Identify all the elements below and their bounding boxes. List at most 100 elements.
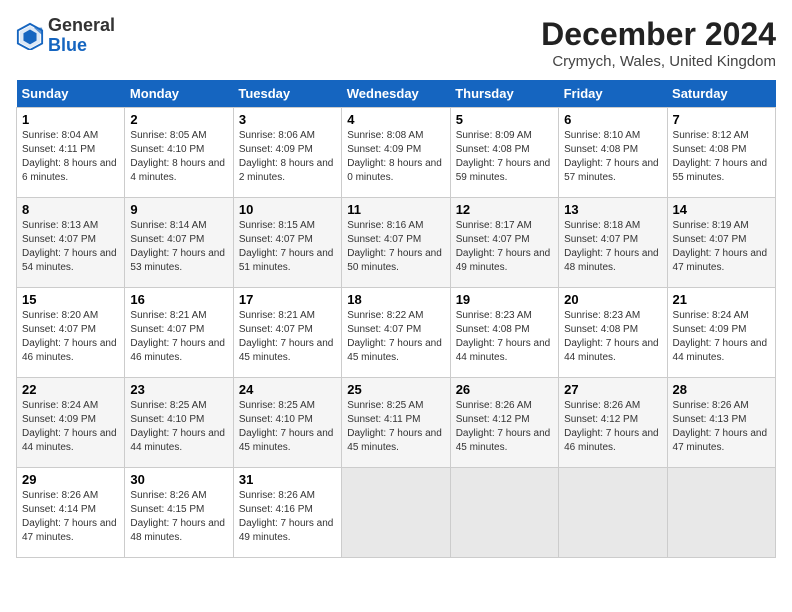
day-info: Sunrise: 8:14 AMSunset: 4:07 PMDaylight:… <box>130 219 227 275</box>
day-number: 16 <box>130 292 227 307</box>
day-info: Sunrise: 8:22 AMSunset: 4:07 PMDaylight:… <box>347 309 444 365</box>
calendar-body: 1Sunrise: 8:04 AMSunset: 4:11 PMDaylight… <box>17 108 776 558</box>
day-info: Sunrise: 8:13 AMSunset: 4:07 PMDaylight:… <box>22 219 119 275</box>
calendar-cell: 13Sunrise: 8:18 AMSunset: 4:07 PMDayligh… <box>559 198 667 288</box>
day-number: 13 <box>564 202 661 217</box>
calendar-cell: 5 Sunrise: 8:09 AMSunset: 4:08 PMDaylight… <box>450 108 558 198</box>
calendar-cell: 17 Sunrise: 8:21 AMSunset: 4:07 PMDayligh… <box>233 288 341 378</box>
calendar-cell <box>450 468 558 558</box>
calendar-week-4: 22 Sunrise: 8:24 AMSunset: 4:09 PMDayligh… <box>17 378 776 468</box>
title-section: December 2024 Crymych, Wales, United Kin… <box>541 16 776 70</box>
location: Crymych, Wales, United Kingdom <box>541 53 776 70</box>
calendar-week-5: 29 Sunrise: 8:26 AMSunset: 4:14 PMDayligh… <box>17 468 776 558</box>
day-info: Sunrise: 8:26 AMSunset: 4:15 PMDaylight:… <box>130 489 227 545</box>
calendar-cell: 26 Sunrise: 8:26 AMSunset: 4:12 PMDayligh… <box>450 378 558 468</box>
weekday-header-monday: Monday <box>125 80 233 108</box>
day-number: 26 <box>456 382 553 397</box>
day-number: 8 <box>22 202 119 217</box>
day-number: 22 <box>22 382 119 397</box>
calendar-cell: 22 Sunrise: 8:24 AMSunset: 4:09 PMDayligh… <box>17 378 125 468</box>
calendar-week-2: 8 Sunrise: 8:13 AMSunset: 4:07 PMDaylight… <box>17 198 776 288</box>
day-number: 30 <box>130 472 227 487</box>
day-info: Sunrise: 8:19 AMSunset: 4:07 PMDaylight:… <box>673 219 770 275</box>
day-number: 23 <box>130 382 227 397</box>
day-number: 7 <box>673 112 770 127</box>
day-info: Sunrise: 8:16 AMSunset: 4:07 PMDaylight:… <box>347 219 444 275</box>
day-number: 31 <box>239 472 336 487</box>
day-info: Sunrise: 8:24 AMSunset: 4:09 PMDaylight:… <box>22 399 119 455</box>
day-number: 12 <box>456 202 553 217</box>
calendar-week-3: 15Sunrise: 8:20 AMSunset: 4:07 PMDayligh… <box>17 288 776 378</box>
logo-general: General <box>48 15 115 35</box>
day-info: Sunrise: 8:26 AMSunset: 4:14 PMDaylight:… <box>22 489 119 545</box>
day-number: 20 <box>564 292 661 307</box>
day-info: Sunrise: 8:08 AMSunset: 4:09 PMDaylight:… <box>347 129 444 185</box>
logo: General Blue <box>16 16 115 56</box>
day-number: 6 <box>564 112 661 127</box>
calendar-cell: 3Sunrise: 8:06 AMSunset: 4:09 PMDaylight… <box>233 108 341 198</box>
day-number: 1 <box>22 112 119 127</box>
calendar-cell <box>342 468 450 558</box>
weekday-header-friday: Friday <box>559 80 667 108</box>
calendar-cell: 6Sunrise: 8:10 AMSunset: 4:08 PMDaylight… <box>559 108 667 198</box>
calendar-cell: 20 Sunrise: 8:23 AMSunset: 4:08 PMDayligh… <box>559 288 667 378</box>
day-number: 11 <box>347 202 444 217</box>
weekday-header-wednesday: Wednesday <box>342 80 450 108</box>
calendar-cell: 11 Sunrise: 8:16 AMSunset: 4:07 PMDayligh… <box>342 198 450 288</box>
day-number: 2 <box>130 112 227 127</box>
day-number: 14 <box>673 202 770 217</box>
day-info: Sunrise: 8:23 AMSunset: 4:08 PMDaylight:… <box>564 309 661 365</box>
day-number: 9 <box>130 202 227 217</box>
day-info: Sunrise: 8:20 AMSunset: 4:07 PMDaylight:… <box>22 309 119 365</box>
day-info: Sunrise: 8:12 AMSunset: 4:08 PMDaylight:… <box>673 129 770 185</box>
day-info: Sunrise: 8:21 AMSunset: 4:07 PMDaylight:… <box>130 309 227 365</box>
calendar-cell: 12 Sunrise: 8:17 AMSunset: 4:07 PMDayligh… <box>450 198 558 288</box>
day-info: Sunrise: 8:17 AMSunset: 4:07 PMDaylight:… <box>456 219 553 275</box>
day-info: Sunrise: 8:24 AMSunset: 4:09 PMDaylight:… <box>673 309 770 365</box>
weekday-header-tuesday: Tuesday <box>233 80 341 108</box>
day-number: 19 <box>456 292 553 307</box>
logo-icon <box>16 22 44 50</box>
calendar-cell: 18 Sunrise: 8:22 AMSunset: 4:07 PMDayligh… <box>342 288 450 378</box>
calendar-cell: 8 Sunrise: 8:13 AMSunset: 4:07 PMDaylight… <box>17 198 125 288</box>
page-header: General Blue December 2024 Crymych, Wale… <box>16 16 776 70</box>
day-info: Sunrise: 8:25 AMSunset: 4:10 PMDaylight:… <box>130 399 227 455</box>
day-number: 17 <box>239 292 336 307</box>
logo-text: General Blue <box>48 16 115 56</box>
weekday-header-thursday: Thursday <box>450 80 558 108</box>
day-info: Sunrise: 8:26 AMSunset: 4:12 PMDaylight:… <box>564 399 661 455</box>
day-info: Sunrise: 8:25 AMSunset: 4:11 PMDaylight:… <box>347 399 444 455</box>
logo-blue: Blue <box>48 35 87 55</box>
day-number: 4 <box>347 112 444 127</box>
day-info: Sunrise: 8:06 AMSunset: 4:09 PMDaylight:… <box>239 129 336 185</box>
calendar-cell: 30 Sunrise: 8:26 AMSunset: 4:15 PMDayligh… <box>125 468 233 558</box>
day-number: 28 <box>673 382 770 397</box>
calendar-table: SundayMondayTuesdayWednesdayThursdayFrid… <box>16 80 776 558</box>
calendar-cell: 10 Sunrise: 8:15 AMSunset: 4:07 PMDayligh… <box>233 198 341 288</box>
day-info: Sunrise: 8:21 AMSunset: 4:07 PMDaylight:… <box>239 309 336 365</box>
day-info: Sunrise: 8:23 AMSunset: 4:08 PMDaylight:… <box>456 309 553 365</box>
day-info: Sunrise: 8:15 AMSunset: 4:07 PMDaylight:… <box>239 219 336 275</box>
calendar-week-1: 1Sunrise: 8:04 AMSunset: 4:11 PMDaylight… <box>17 108 776 198</box>
calendar-cell <box>667 468 775 558</box>
weekday-header-saturday: Saturday <box>667 80 775 108</box>
calendar-cell: 28Sunrise: 8:26 AMSunset: 4:13 PMDayligh… <box>667 378 775 468</box>
day-number: 29 <box>22 472 119 487</box>
calendar-cell: 29 Sunrise: 8:26 AMSunset: 4:14 PMDayligh… <box>17 468 125 558</box>
calendar-cell: 21Sunrise: 8:24 AMSunset: 4:09 PMDayligh… <box>667 288 775 378</box>
calendar-cell: 14 Sunrise: 8:19 AMSunset: 4:07 PMDayligh… <box>667 198 775 288</box>
day-number: 10 <box>239 202 336 217</box>
weekday-header-row: SundayMondayTuesdayWednesdayThursdayFrid… <box>17 80 776 108</box>
day-number: 5 <box>456 112 553 127</box>
calendar-cell: 7 Sunrise: 8:12 AMSunset: 4:08 PMDaylight… <box>667 108 775 198</box>
calendar-cell: 25Sunrise: 8:25 AMSunset: 4:11 PMDayligh… <box>342 378 450 468</box>
calendar-cell: 2Sunrise: 8:05 AMSunset: 4:10 PMDaylight… <box>125 108 233 198</box>
day-info: Sunrise: 8:09 AMSunset: 4:08 PMDaylight:… <box>456 129 553 185</box>
calendar-cell <box>559 468 667 558</box>
calendar-cell: 27Sunrise: 8:26 AMSunset: 4:12 PMDayligh… <box>559 378 667 468</box>
calendar-cell: 9 Sunrise: 8:14 AMSunset: 4:07 PMDaylight… <box>125 198 233 288</box>
calendar-cell: 15Sunrise: 8:20 AMSunset: 4:07 PMDayligh… <box>17 288 125 378</box>
day-info: Sunrise: 8:26 AMSunset: 4:12 PMDaylight:… <box>456 399 553 455</box>
calendar-cell: 31Sunrise: 8:26 AMSunset: 4:16 PMDayligh… <box>233 468 341 558</box>
day-number: 18 <box>347 292 444 307</box>
